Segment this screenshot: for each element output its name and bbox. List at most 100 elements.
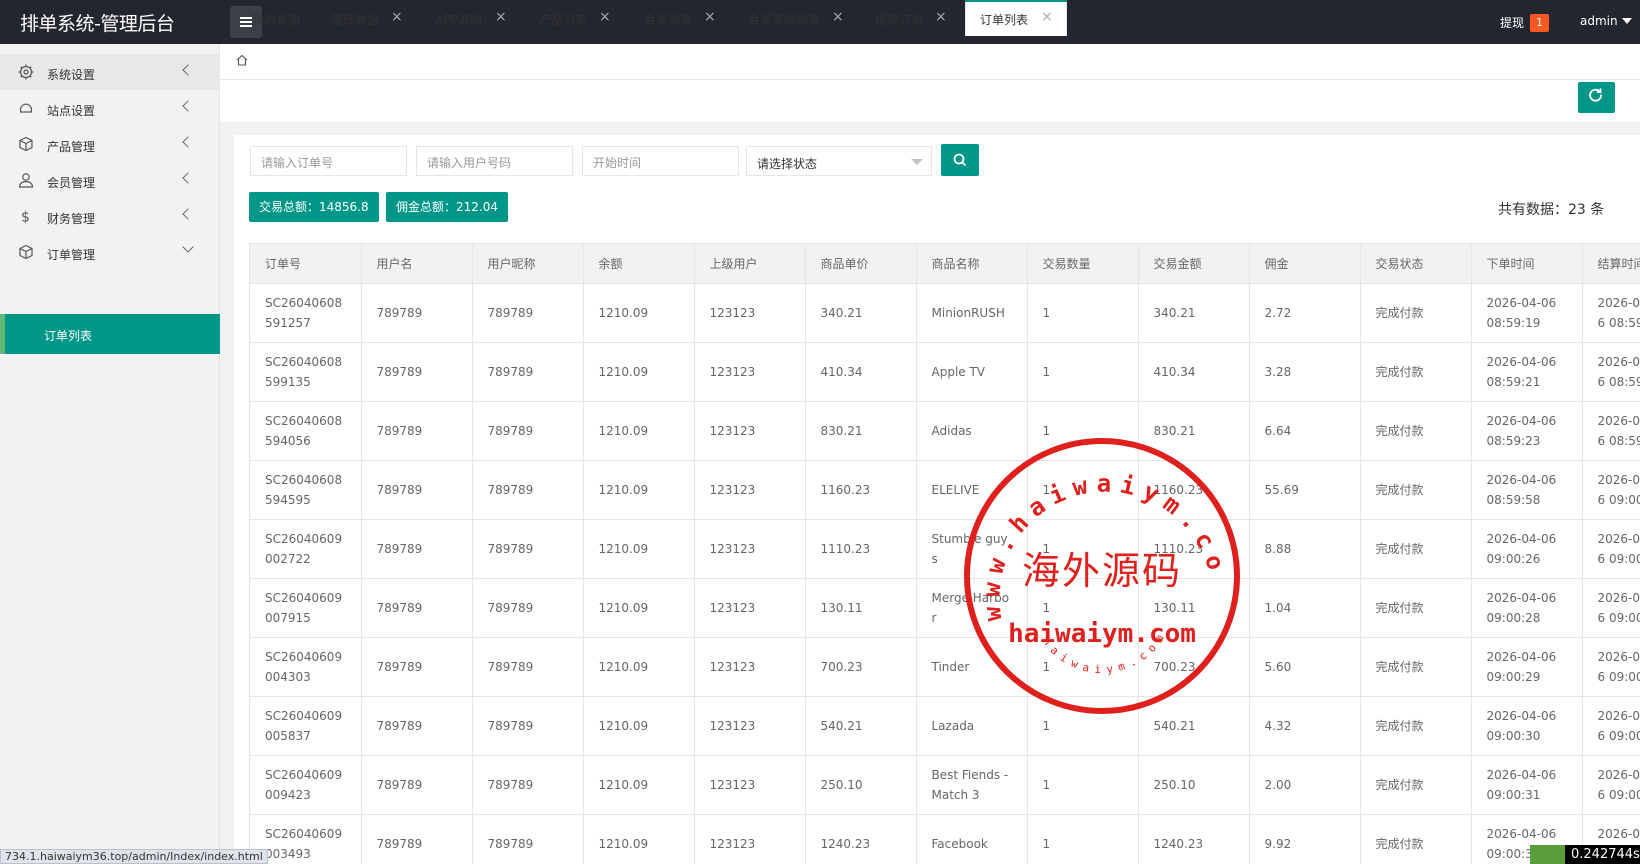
watermark-stamp: www.haiwaiym.com 海外源码 haiwaiym.com haiwa… <box>960 434 1240 714</box>
sidebar-item-label: 系统设置 <box>47 68 96 82</box>
table-cell: 2.00 <box>1249 755 1361 815</box>
box-icon <box>19 136 33 152</box>
app-title: 排单系统-管理后台 <box>20 13 175 35</box>
table-cell: 2026-04-06 09:00:29 <box>1471 637 1583 697</box>
order-no-input[interactable]: 请输入订单号 <box>250 146 407 176</box>
refresh-icon <box>1589 88 1602 102</box>
table-cell: 1210.09 <box>583 519 695 579</box>
withdraw-link[interactable]: 提现 <box>1500 14 1524 31</box>
column-header: 下单时间 <box>1471 244 1583 284</box>
sidebar-item-site-settings[interactable]: 站点设置 <box>0 90 220 126</box>
table-cell: SC26040609004303 <box>250 637 362 697</box>
tab-product-list[interactable]: 产品列表 × <box>539 0 624 36</box>
table-cell: 789789 <box>472 342 584 402</box>
caret-down-icon[interactable] <box>1622 18 1632 24</box>
sidebar: 系统设置 站点设置 产品管理 会员管理 $ 财务管理 订单管理 订单列表 <box>0 44 220 864</box>
table-header-row: 订单号 用户名 用户昵称 余额 上级用户 商品单价 商品名称 交易数量 交易金额… <box>250 244 1640 284</box>
column-header: 用户名 <box>361 244 473 284</box>
perf-logo-icon <box>1530 845 1565 864</box>
table-cell: 1 <box>1027 283 1139 343</box>
table-cell: 2026-04-06 08:59:58 <box>1471 460 1583 520</box>
tab-label: 基础数据 <box>331 13 380 27</box>
stamp-arc-text: www.haiwaiym.com <box>960 434 1232 623</box>
table-cell: SC26040608594056 <box>250 401 362 461</box>
table-cell: 1210.09 <box>583 283 695 343</box>
table-cell: 1240.23 <box>1138 814 1250 864</box>
table-cell: 789789 <box>472 460 584 520</box>
dollar-icon: $ <box>21 210 30 225</box>
table-cell: 2026-04-06 09:00:29 <box>1582 637 1640 697</box>
chevron-left-icon <box>182 64 194 76</box>
table-cell: 340.21 <box>805 283 917 343</box>
table-cell: 2.72 <box>1249 283 1361 343</box>
sidebar-item-label: 站点设置 <box>47 104 96 118</box>
tab-member-list[interactable]: 会员列表 × <box>644 0 729 36</box>
admin-user-menu[interactable]: admin <box>1580 14 1618 28</box>
sidebar-item-finance-management[interactable]: $ 财务管理 <box>0 198 220 234</box>
tab-basic-data[interactable]: 基础数据 × <box>331 0 416 36</box>
table-row[interactable]: SC26040608591257 789789 789789 1210.09 12312… <box>250 283 1640 343</box>
chevron-left-icon <box>182 172 194 184</box>
table-cell: 830.21 <box>805 401 917 461</box>
table-row[interactable]: SC26040609002722 789789 789789 1210.09 12312… <box>250 519 1640 579</box>
gear-icon <box>18 64 34 80</box>
table-cell: 789789 <box>361 755 473 815</box>
close-icon[interactable]: × <box>391 9 403 25</box>
sidebar-item-order-management[interactable]: 订单管理 <box>0 234 220 270</box>
table-cell: 完成付款 <box>1360 755 1472 815</box>
table-row[interactable]: SC26040609009423 789789 789789 1210.09 12312… <box>250 755 1640 815</box>
close-icon[interactable]: × <box>935 9 947 25</box>
table-row[interactable]: SC26040608599135 789789 789789 1210.09 12312… <box>250 342 1640 402</box>
sidebar-item-product-management[interactable]: 产品管理 <box>0 126 220 162</box>
close-icon[interactable]: × <box>599 9 611 25</box>
close-icon[interactable]: × <box>1041 9 1053 25</box>
home-icon <box>236 54 248 66</box>
table-cell: 完成付款 <box>1360 519 1472 579</box>
table-cell: 789789 <box>472 814 584 864</box>
table-cell: 1240.23 <box>805 814 917 864</box>
table-cell: 789789 <box>361 283 473 343</box>
table-cell: 789789 <box>472 401 584 461</box>
table-row[interactable]: SC26040609004303 789789 789789 1210.09 12312… <box>250 637 1640 697</box>
sidebar-subitem-label: 订单列表 <box>44 329 93 343</box>
table-cell: 1160.23 <box>805 460 917 520</box>
sidebar-item-member-management[interactable]: 会员管理 <box>0 162 220 198</box>
table-cell: 完成付款 <box>1360 342 1472 402</box>
tab-member-level-list[interactable]: 会员等级列表 × <box>748 0 848 36</box>
sidebar-item-system-settings[interactable]: 系统设置 <box>0 54 220 90</box>
close-icon[interactable]: × <box>495 9 507 25</box>
tab-app-scroll[interactable]: APP滚动 × <box>435 0 520 36</box>
order-table-wrapper[interactable]: 订单号 用户名 用户昵称 余额 上级用户 商品单价 商品名称 交易数量 交易金额… <box>249 243 1640 864</box>
tab-my-desktop[interactable]: 我的桌面 <box>252 0 312 36</box>
close-icon[interactable]: × <box>832 9 844 25</box>
status-select[interactable]: 请选择状态 <box>746 146 932 176</box>
table-cell: 789789 <box>361 401 473 461</box>
refresh-button[interactable] <box>1578 82 1615 113</box>
table-row[interactable]: SC26040609005837 789789 789789 1210.09 12312… <box>250 696 1640 756</box>
table-body: SC26040608591257 789789 789789 1210.09 12312… <box>250 283 1640 864</box>
search-button[interactable] <box>941 144 979 176</box>
table-cell: 2026-04-06 09:00:26 <box>1471 519 1583 579</box>
table-cell: 123123 <box>694 401 806 461</box>
table-cell: 123123 <box>694 755 806 815</box>
table-cell: 340.21 <box>1138 283 1250 343</box>
tab-order-list[interactable]: 订单列表 × <box>965 0 1067 36</box>
close-icon[interactable]: × <box>704 9 716 25</box>
table-row[interactable]: SC26040608594056 789789 789789 1210.09 12312… <box>250 401 1640 461</box>
table-cell: 2026-04-06 08:59:23 <box>1582 401 1640 461</box>
user-no-input[interactable]: 请输入用户号码 <box>416 146 573 176</box>
table-cell: 1.04 <box>1249 578 1361 638</box>
tab-withdraw-orders[interactable]: 提现订单 × <box>875 0 960 36</box>
start-time-input[interactable]: 开始时间 <box>582 146 739 176</box>
table-cell: 1 <box>1027 814 1139 864</box>
chevron-down-icon <box>182 241 194 253</box>
table-cell: 789789 <box>361 519 473 579</box>
table-row[interactable]: SC26040608594595 789789 789789 1210.09 12312… <box>250 460 1640 520</box>
tab-bar <box>220 44 1640 80</box>
table-row[interactable]: SC26040609007915 789789 789789 1210.09 12312… <box>250 578 1640 638</box>
table-row[interactable]: SC26040609003493 789789 789789 1210.09 12312… <box>250 814 1640 864</box>
table-cell: 1210.09 <box>583 460 695 520</box>
table-cell: 789789 <box>472 578 584 638</box>
refresh-row <box>220 80 1640 122</box>
sidebar-subitem-order-list[interactable]: 订单列表 <box>0 314 220 354</box>
